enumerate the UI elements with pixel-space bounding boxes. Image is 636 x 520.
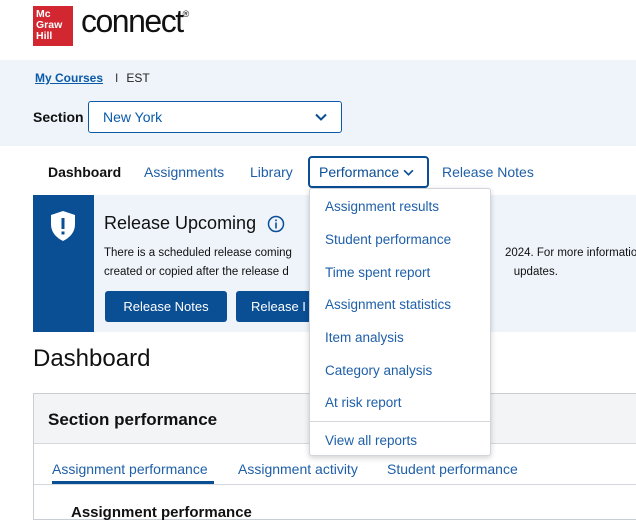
section-select[interactable]: New York [88, 101, 342, 133]
tab-assignment-activity[interactable]: Assignment activity [238, 461, 358, 477]
tabs-divider [34, 484, 636, 485]
tab-assignment-performance[interactable]: Assignment performance [52, 461, 208, 477]
banner-line2-part1: created or copied after the release d [104, 266, 289, 278]
banner-line1-part2: 2024. For more informatio [504, 247, 636, 259]
tab-release-notes[interactable]: Release Notes [442, 164, 534, 180]
connect-wordmark: connect® [81, 3, 189, 40]
tab-library[interactable]: Library [250, 164, 293, 180]
logo-line: Hill [36, 30, 53, 42]
chevron-down-icon [315, 113, 327, 121]
menu-item-student-performance[interactable]: Student performance [325, 232, 451, 247]
app-header: Mc Graw Hill connect® [0, 0, 636, 56]
menu-item-view-all-reports[interactable]: View all reports [325, 433, 417, 448]
breadcrumb: My Courses I EST [35, 71, 150, 85]
my-courses-link[interactable]: My Courses [35, 71, 103, 85]
info-icon[interactable] [267, 215, 285, 233]
banner-title-text: Release Upcoming [104, 213, 257, 233]
release-button[interactable]: Release I [236, 291, 316, 322]
trademark-mark: ® [182, 9, 190, 19]
section-selected-value: New York [103, 109, 163, 125]
chevron-down-icon [403, 169, 414, 176]
menu-item-time-spent-report[interactable]: Time spent report [325, 265, 430, 280]
tab-performance-label: Performance [319, 164, 400, 180]
tab-dashboard[interactable]: Dashboard [48, 164, 121, 180]
menu-item-assignment-results[interactable]: Assignment results [325, 199, 439, 214]
assignment-performance-heading: Assignment performance [71, 504, 252, 520]
tab-student-performance[interactable]: Student performance [387, 461, 518, 477]
card-title: Section performance [48, 410, 218, 429]
mcgraw-hill-logo[interactable]: Mc Graw Hill [33, 6, 73, 46]
menu-item-item-analysis[interactable]: Item analysis [325, 330, 404, 345]
banner-line1-part1: There is a scheduled release coming [104, 247, 292, 259]
release-notes-button[interactable]: Release Notes [105, 291, 227, 322]
brand-name: connect [81, 3, 184, 39]
menu-item-assignment-statistics[interactable]: Assignment statistics [325, 297, 451, 312]
shield-alert-icon [51, 211, 75, 241]
performance-menu: Assignment results Student performance T… [309, 188, 491, 456]
menu-divider [310, 421, 490, 422]
breadcrumb-course: EST [126, 71, 150, 85]
banner-title: Release Upcoming [104, 213, 285, 234]
menu-item-at-risk-report[interactable]: At risk report [325, 395, 402, 410]
section-label: Section [33, 109, 84, 125]
page-title: Dashboard [33, 345, 151, 372]
banner-line2-part2: updates. [513, 266, 558, 278]
tab-assignments[interactable]: Assignments [144, 164, 224, 180]
menu-item-category-analysis[interactable]: Category analysis [325, 363, 432, 378]
breadcrumb-separator: I [115, 71, 119, 85]
tab-performance[interactable]: Performance [308, 156, 429, 188]
